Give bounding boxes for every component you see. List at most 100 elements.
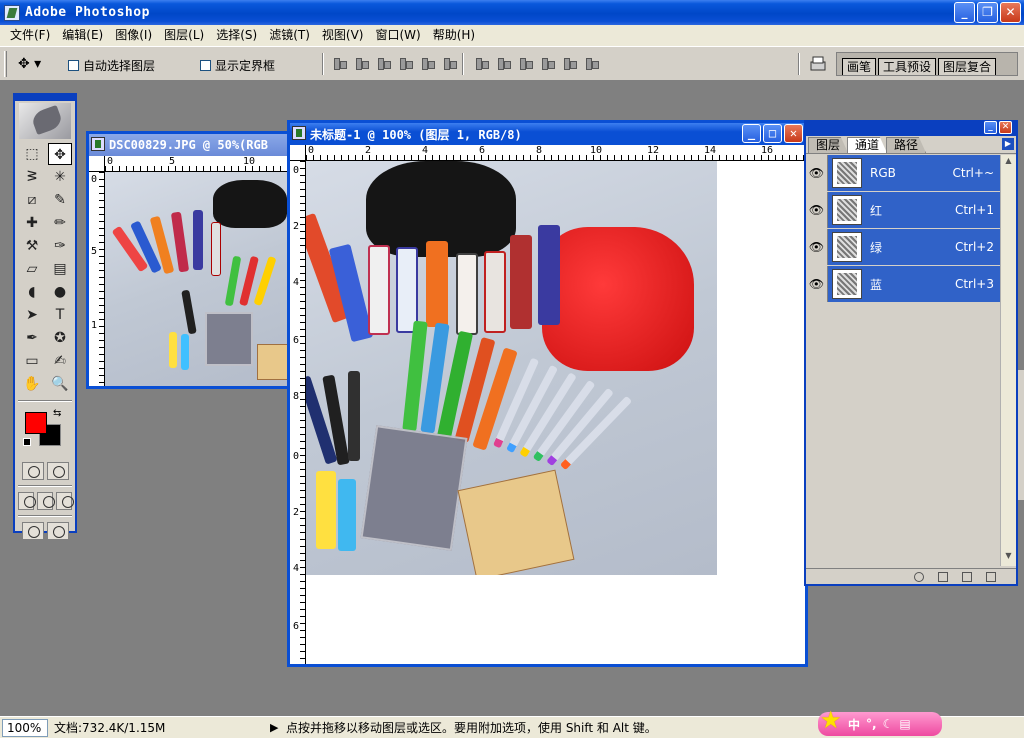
marquee-icon[interactable]: ⬚ xyxy=(20,143,44,165)
ruler-horizontal[interactable]: 0 5 10 xyxy=(105,156,289,172)
ime-punctuation-icon[interactable]: °, xyxy=(866,717,877,731)
align-bottom-icon[interactable] xyxy=(376,55,392,71)
brush-icon[interactable]: ✏ xyxy=(48,212,72,234)
trash-icon[interactable] xyxy=(986,571,996,582)
slice-icon[interactable]: ✎ xyxy=(48,189,72,211)
checkbox-box[interactable] xyxy=(68,60,79,71)
doc-maximize-button[interactable]: □ xyxy=(763,124,782,143)
jump-to-imageready-icon[interactable] xyxy=(21,522,44,540)
pen-icon[interactable]: ✒ xyxy=(20,327,44,349)
align-right-icon[interactable] xyxy=(442,55,458,71)
scroll-down-icon[interactable]: ▼ xyxy=(1002,551,1015,565)
notes-icon[interactable]: ▭ xyxy=(20,350,44,372)
menu-layer[interactable]: 图层(L) xyxy=(158,25,210,46)
custom-shape-icon[interactable]: ✪ xyxy=(48,327,72,349)
palette-minimize-button[interactable]: _ xyxy=(984,121,997,134)
menu-edit[interactable]: 编辑(E) xyxy=(56,25,109,46)
distribute-right-icon[interactable] xyxy=(584,55,600,71)
dodge-icon[interactable]: ● xyxy=(48,281,72,303)
ruler-origin[interactable] xyxy=(89,156,105,172)
eye-icon[interactable]: 👁 xyxy=(806,266,828,302)
ruler-origin[interactable] xyxy=(290,145,306,161)
menu-select[interactable]: 选择(S) xyxy=(210,25,263,46)
default-colors-icon[interactable] xyxy=(23,438,31,446)
doc-titlebar[interactable]: 未标题-1 @ 100% (图层 1, RGB/8) _ □ ✕ xyxy=(290,123,805,145)
history-brush-icon[interactable]: ✑ xyxy=(48,235,72,257)
show-bounding-box-checkbox[interactable]: 显示定界框 xyxy=(200,57,275,74)
checkbox-box[interactable] xyxy=(200,60,211,71)
ruler-vertical[interactable]: 0 5 1 xyxy=(89,172,105,386)
menu-window[interactable]: 窗口(W) xyxy=(369,25,426,46)
channel-row-blue[interactable]: 👁 蓝 Ctrl+3 xyxy=(806,266,1000,303)
ime-language-label[interactable]: 中 xyxy=(848,716,860,733)
menu-help[interactable]: 帮助(H) xyxy=(427,25,481,46)
ime-moon-icon[interactable]: ☾ xyxy=(883,717,894,731)
well-tab-tool-presets[interactable]: 工具预设 xyxy=(878,58,937,75)
channel-row-red[interactable]: 👁 红 Ctrl+1 xyxy=(806,192,1000,229)
doc-window-untitled[interactable]: 未标题-1 @ 100% (图层 1, RGB/8) _ □ ✕ 0 2 4 6… xyxy=(287,120,808,667)
checkmark-icon[interactable] xyxy=(46,522,69,540)
restore-button[interactable]: ❐ xyxy=(977,2,998,23)
palette-menu-icon[interactable]: ▶ xyxy=(1002,138,1014,150)
healing-brush-icon[interactable]: ✚ xyxy=(20,212,44,234)
menu-view[interactable]: 视图(V) xyxy=(316,25,370,46)
ime-toolbar[interactable]: ★ 中 °, ☾ ▤ xyxy=(818,706,942,736)
minimize-button[interactable]: _ xyxy=(954,2,975,23)
eraser-icon[interactable]: ▱ xyxy=(20,258,44,280)
options-grip[interactable] xyxy=(4,51,7,77)
distribute-vcenter-icon[interactable] xyxy=(496,55,512,71)
align-vcenter-icon[interactable] xyxy=(354,55,370,71)
crop-icon[interactable]: ⧄ xyxy=(20,189,44,211)
menu-filter[interactable]: 滤镜(T) xyxy=(263,25,316,46)
palette-close-button[interactable]: ✕ xyxy=(999,121,1012,134)
eye-icon[interactable]: 👁 xyxy=(806,155,828,191)
channel-row-green[interactable]: 👁 绿 Ctrl+2 xyxy=(806,229,1000,266)
save-selection-as-channel-icon[interactable] xyxy=(938,571,948,582)
eyedropper-icon[interactable]: ✍ xyxy=(48,350,72,372)
eye-icon[interactable]: 👁 xyxy=(806,229,828,265)
doc-close-button[interactable]: ✕ xyxy=(784,124,803,143)
file-browser-icon[interactable] xyxy=(808,55,828,73)
magic-wand-icon[interactable]: ✳ xyxy=(48,166,72,188)
load-channel-as-selection-icon[interactable] xyxy=(914,571,924,582)
full-screen-menu-mode-icon[interactable] xyxy=(37,492,55,510)
align-top-icon[interactable] xyxy=(332,55,348,71)
move-tool-preset-icon[interactable]: ✥ ▾ xyxy=(18,56,52,74)
tab-paths[interactable]: 路径 xyxy=(886,137,927,153)
ruler-horizontal[interactable]: 0 2 4 6 8 10 12 14 16 xyxy=(306,145,805,161)
zoom-icon[interactable]: 🔍 xyxy=(48,373,72,395)
scroll-up-icon[interactable]: ▲ xyxy=(1002,156,1015,170)
doc-window-dsc00829[interactable]: DSC00829.JPG @ 50%(RGB 0 5 10 0 5 1 xyxy=(86,131,292,389)
palette-scrollbar[interactable]: ▲ ▼ xyxy=(1000,155,1016,566)
new-channel-icon[interactable] xyxy=(962,571,972,582)
lasso-icon[interactable]: ᕒ xyxy=(20,166,44,188)
blur-icon[interactable]: ◖ xyxy=(20,281,44,303)
well-tab-layer-comps[interactable]: 图层复合 xyxy=(938,58,997,75)
close-button[interactable]: ✕ xyxy=(1000,2,1021,23)
full-screen-mode-icon[interactable] xyxy=(56,492,74,510)
eye-icon[interactable]: 👁 xyxy=(806,192,828,228)
path-selection-icon[interactable]: ➤ xyxy=(20,304,44,326)
standard-mode-icon[interactable] xyxy=(21,462,44,480)
doc-minimize-button[interactable]: _ xyxy=(742,124,761,143)
align-hcenter-icon[interactable] xyxy=(420,55,436,71)
status-menu-arrow-icon[interactable]: ▶ xyxy=(270,721,280,734)
move-icon[interactable]: ✥ xyxy=(48,143,72,165)
distribute-top-icon[interactable] xyxy=(474,55,490,71)
gradient-icon[interactable]: ▤ xyxy=(48,258,72,280)
doc-titlebar[interactable]: DSC00829.JPG @ 50%(RGB xyxy=(89,134,289,156)
photo-canvas[interactable] xyxy=(105,172,289,386)
well-tab-brushes[interactable]: 画笔 xyxy=(842,58,877,75)
type-icon[interactable]: T xyxy=(48,304,72,326)
menu-image[interactable]: 图像(I) xyxy=(109,25,158,46)
standard-screen-mode-icon[interactable] xyxy=(18,492,36,510)
channel-row-rgb[interactable]: 👁 RGB Ctrl+~ xyxy=(806,155,1000,192)
clone-stamp-icon[interactable]: ⚒ xyxy=(20,235,44,257)
ruler-vertical[interactable]: 0 2 4 6 8 0 2 4 6 xyxy=(290,161,306,664)
swap-colors-icon[interactable]: ⇆ xyxy=(53,408,61,419)
align-left-icon[interactable] xyxy=(398,55,414,71)
auto-select-layer-checkbox[interactable]: 自动选择图层 xyxy=(68,57,155,74)
foreground-color[interactable] xyxy=(25,412,47,434)
tab-layers[interactable]: 图层 xyxy=(808,137,849,153)
tab-channels[interactable]: 通道 xyxy=(847,137,888,153)
